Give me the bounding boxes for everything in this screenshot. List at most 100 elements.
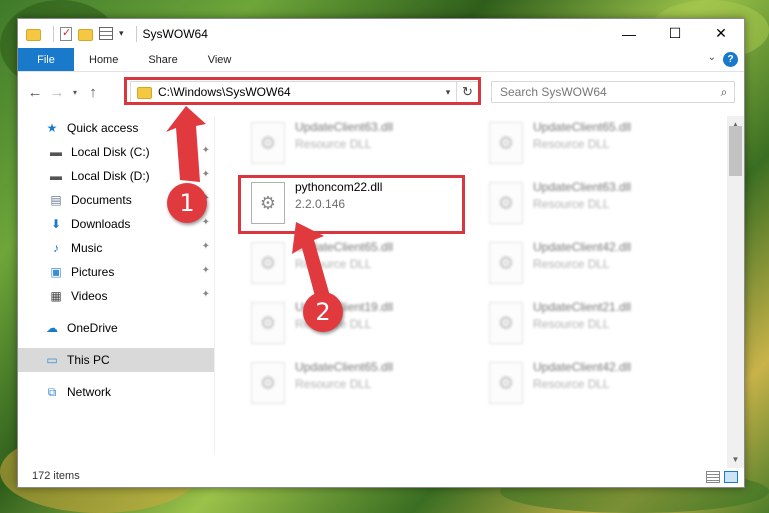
large-icons-view-icon[interactable] bbox=[724, 471, 738, 483]
ribbon-tabs: File Home Share View ⌄ ? bbox=[18, 48, 744, 72]
up-arrow-icon[interactable]: ↑ bbox=[82, 84, 104, 101]
customize-quick-access-chevron-icon[interactable]: ▾ bbox=[119, 28, 124, 39]
dll-gear-icon: ⚙ bbox=[489, 302, 523, 344]
details-view-icon[interactable] bbox=[706, 471, 720, 483]
file-name: UpdateClient42.dll bbox=[533, 360, 632, 374]
documents-icon: ▤ bbox=[50, 193, 62, 207]
minimize-button[interactable]: — bbox=[606, 19, 652, 48]
sidebar-item-quick-access[interactable]: ★ Quick access bbox=[18, 116, 214, 140]
dll-gear-icon: ⚙ bbox=[489, 362, 523, 404]
sidebar-item-label: Documents bbox=[71, 193, 132, 207]
sidebar-item-this-pc[interactable]: ▭ This PC bbox=[18, 348, 214, 372]
view-buttons bbox=[706, 471, 738, 483]
list-item[interactable]: ⚙ UpdateClient42.dll Resource DLL bbox=[483, 238, 713, 288]
pin-icon[interactable]: ✦ bbox=[202, 241, 210, 252]
file-name: UpdateClient42.dll bbox=[533, 240, 632, 254]
drive-icon: ▬ bbox=[50, 169, 62, 183]
list-item[interactable]: ⚙ UpdateClient63.dll Resource DLL bbox=[245, 118, 475, 168]
sidebar-item-local-disk-c[interactable]: ▬ Local Disk (C:) ✦ bbox=[18, 140, 214, 164]
dll-gear-icon: ⚙ bbox=[489, 242, 523, 284]
file-type: Resource DLL bbox=[295, 257, 372, 271]
downloads-icon: ⬇ bbox=[50, 217, 62, 231]
search-icon[interactable]: ⌕ bbox=[714, 85, 734, 100]
search-box[interactable]: Search SysWOW64 ⌕ bbox=[491, 81, 735, 103]
address-highlight-box bbox=[124, 77, 481, 105]
file-name: UpdateClient21.dll bbox=[533, 300, 632, 314]
dll-gear-icon: ⚙ bbox=[251, 362, 285, 404]
search-input[interactable]: Search SysWOW64 bbox=[500, 85, 714, 99]
explorer-window: ▾ SysWOW64 — ☐ ✕ File Home Share View ⌄ … bbox=[17, 18, 745, 488]
sidebar-item-label: Videos bbox=[71, 289, 108, 303]
help-icon[interactable]: ? bbox=[723, 52, 738, 67]
list-item[interactable]: ⚙ UpdateClient19.dllResource DLL bbox=[245, 298, 475, 348]
pin-icon[interactable]: ✦ bbox=[202, 265, 210, 276]
list-item[interactable]: ⚙ UpdateClient65.dll Resource DLL bbox=[245, 238, 475, 288]
sidebar-item-videos[interactable]: ▦ Videos ✦ bbox=[18, 284, 214, 308]
file-name: UpdateClient65.dll bbox=[295, 360, 394, 374]
sidebar-item-network[interactable]: ⧉ Network bbox=[18, 380, 214, 404]
pictures-icon: ▣ bbox=[50, 265, 62, 279]
close-button[interactable]: ✕ bbox=[698, 19, 744, 48]
file-name: UpdateClient63.dll bbox=[533, 180, 632, 194]
divider bbox=[53, 25, 54, 42]
properties-icon[interactable] bbox=[99, 27, 113, 40]
list-item[interactable]: ⚙ UpdateClient65.dll Resource DLL bbox=[245, 358, 475, 408]
sidebar-item-label: OneDrive bbox=[67, 321, 118, 335]
navigation-pane: ★ Quick access ▬ Local Disk (C:) ✦ ▬ Loc… bbox=[18, 116, 214, 454]
recent-locations-chevron-icon[interactable]: ▾ bbox=[68, 88, 82, 97]
sidebar-item-music[interactable]: ♪ Music ✦ bbox=[18, 236, 214, 260]
folder-icon bbox=[26, 28, 41, 41]
list-item[interactable]: ⚙ UpdateClient42.dll Resource DLL bbox=[483, 358, 713, 408]
list-item[interactable]: ⚙ UpdateClient21.dll Resource DLL bbox=[483, 298, 713, 348]
sidebar-item-label: Music bbox=[71, 241, 103, 255]
expand-ribbon-chevron-icon[interactable]: ⌄ bbox=[708, 52, 716, 63]
file-type: Resource DLL bbox=[295, 377, 372, 391]
sidebar-item-label: Local Disk (D:) bbox=[71, 169, 150, 183]
star-icon: ★ bbox=[46, 121, 58, 135]
sidebar-item-label: This PC bbox=[67, 353, 110, 367]
sidebar-item-pictures[interactable]: ▣ Pictures ✦ bbox=[18, 260, 214, 284]
dll-gear-icon: ⚙ bbox=[489, 122, 523, 164]
pin-icon[interactable]: ✦ bbox=[202, 217, 210, 228]
file-list: ⚙ UpdateClient63.dll Resource DLL ⚙ Updat… bbox=[215, 116, 731, 456]
dll-gear-icon: ⚙ bbox=[489, 182, 523, 224]
maximize-button[interactable]: ☐ bbox=[652, 19, 698, 48]
sidebar-item-label: Network bbox=[67, 385, 112, 399]
new-folder-icon[interactable] bbox=[78, 28, 93, 41]
vertical-scrollbar[interactable]: ▲ ▼ bbox=[727, 116, 744, 468]
videos-icon: ▦ bbox=[50, 289, 62, 303]
list-item[interactable]: ⚙ UpdateClient63.dll Resource DLL bbox=[483, 178, 713, 228]
file-type: Resource DLL bbox=[533, 137, 610, 151]
network-icon: ⧉ bbox=[47, 384, 57, 399]
sidebar-item-onedrive[interactable]: ☁ OneDrive bbox=[18, 316, 214, 340]
tab-view[interactable]: View bbox=[193, 48, 247, 71]
computer-icon: ▭ bbox=[46, 353, 58, 367]
properties-check-icon[interactable] bbox=[60, 26, 72, 41]
title-bar: ▾ SysWOW64 — ☐ ✕ bbox=[18, 19, 744, 48]
file-type: Resource DLL bbox=[533, 257, 610, 271]
back-arrow-icon[interactable]: ← bbox=[24, 84, 46, 101]
sidebar-item-label: Pictures bbox=[71, 265, 115, 279]
tab-share[interactable]: Share bbox=[133, 48, 192, 71]
list-item[interactable]: ⚙ UpdateClient65.dll Resource DLL bbox=[483, 118, 713, 168]
file-name: UpdateClient65.dll bbox=[533, 120, 632, 134]
pin-icon[interactable]: ✦ bbox=[202, 289, 210, 300]
pin-icon[interactable]: ✦ bbox=[202, 169, 210, 180]
file-name: UpdateClient65.dll bbox=[295, 240, 394, 254]
tab-file[interactable]: File bbox=[18, 48, 74, 71]
file-highlight-box bbox=[238, 175, 465, 234]
pin-icon[interactable]: ✦ bbox=[202, 145, 210, 156]
window-title: SysWOW64 bbox=[142, 26, 208, 41]
window-controls: — ☐ ✕ bbox=[606, 19, 744, 48]
file-name: UpdateClient63.dll bbox=[295, 120, 394, 134]
forward-arrow-icon[interactable]: → bbox=[46, 84, 68, 101]
scroll-thumb[interactable] bbox=[729, 126, 742, 176]
music-icon: ♪ bbox=[53, 241, 59, 255]
file-type: Resource DLL bbox=[295, 137, 372, 151]
file-type: Resource DLL bbox=[533, 197, 610, 211]
sidebar-item-label: Quick access bbox=[67, 121, 139, 135]
tab-home[interactable]: Home bbox=[74, 48, 133, 71]
drive-icon: ▬ bbox=[50, 145, 62, 159]
